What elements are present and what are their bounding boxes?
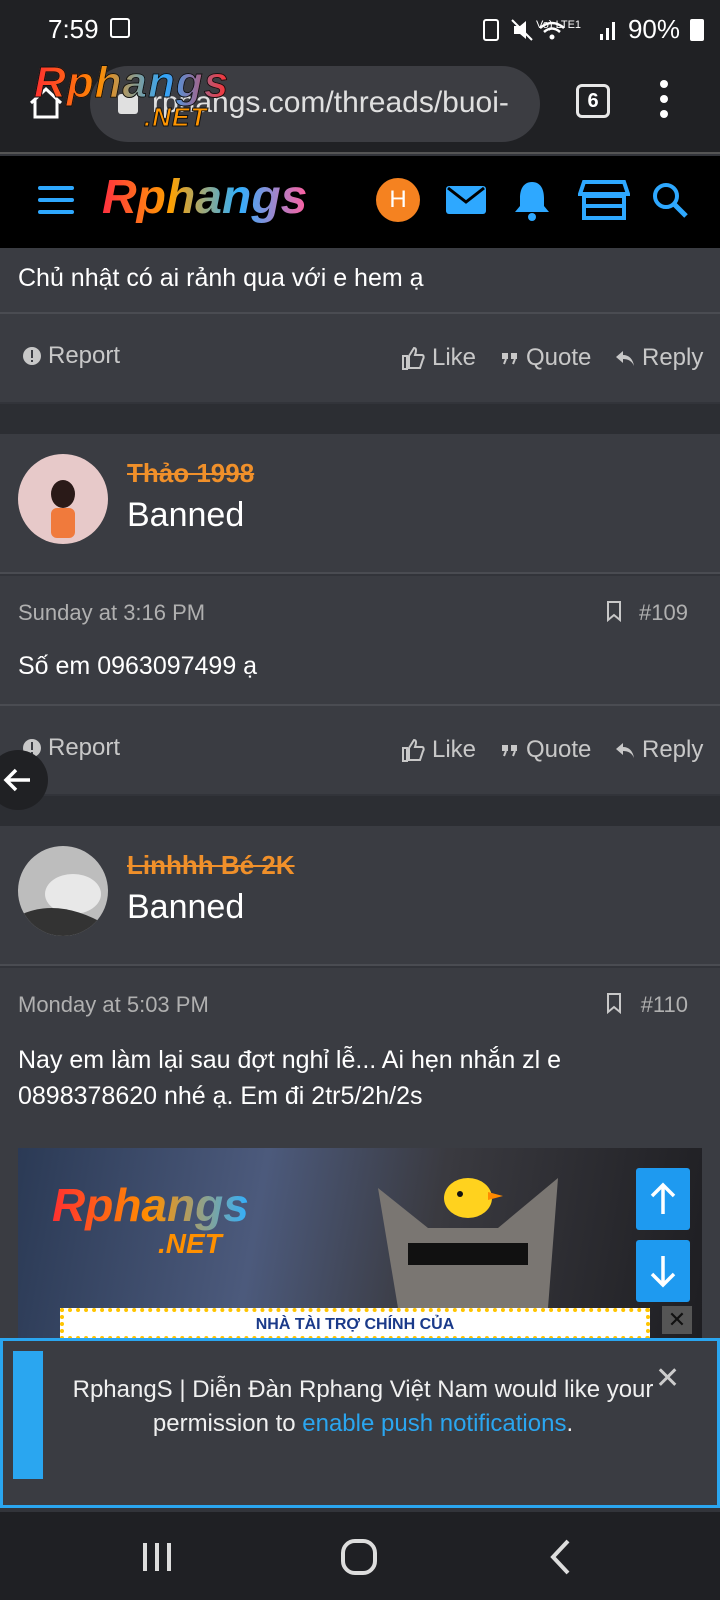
post-separator [0, 796, 720, 826]
tab-switcher-button[interactable]: 6 [576, 84, 610, 118]
prompt-accent-bar [13, 1351, 43, 1479]
scroll-top-button[interactable] [636, 1168, 690, 1230]
prompt-period: . [566, 1410, 574, 1437]
close-ad-icon[interactable]: ✕ [662, 1306, 692, 1334]
report-button[interactable]: Report [22, 342, 120, 370]
quote-label: Quote [526, 344, 592, 371]
thumbs-up-icon [402, 346, 425, 370]
gallery-notification-icon [110, 18, 130, 38]
thumbs-up-icon [402, 738, 425, 762]
quote-button[interactable]: Quote [500, 344, 591, 372]
back-arrow-button[interactable] [0, 750, 48, 810]
back-nav-icon[interactable] [548, 1538, 572, 1576]
menu-icon[interactable] [38, 186, 74, 214]
arrow-left-icon [3, 768, 30, 792]
cat-image [378, 1178, 558, 1308]
recents-icon[interactable] [140, 1540, 174, 1574]
like-label: Like [432, 344, 477, 371]
reply-label: Reply [642, 344, 704, 371]
banner-logo-sub: .NET [158, 1228, 222, 1259]
user-avatar-button[interactable]: H [376, 178, 420, 222]
post-text-line-1: Nay em làm lại sau đợt nghỉ lễ... Ai hẹn… [18, 1046, 562, 1074]
site-logo[interactable]: Rphangs [102, 170, 307, 225]
system-nav-bar [0, 1512, 720, 1600]
enable-push-link[interactable]: enable push notifications [302, 1410, 566, 1437]
overlay-logo-main: Rphangs [33, 58, 230, 108]
banner-logo: Rphangs [52, 1179, 249, 1231]
status-time: 7:59 [48, 14, 99, 44]
overlay-logo: Rphangs .NET [33, 58, 230, 133]
like-label: Like [432, 736, 477, 763]
search-icon[interactable] [648, 178, 692, 222]
user-title: Banned [127, 496, 245, 534]
network-label: Vo) LTE1 [536, 19, 582, 31]
reply-icon [616, 743, 634, 758]
bell-icon[interactable] [510, 178, 554, 222]
report-icon [23, 347, 41, 365]
user-title: Banned [127, 888, 245, 926]
arrow-down-icon [650, 1256, 676, 1288]
report-label: Report [48, 734, 121, 761]
post-separator [0, 404, 720, 434]
username[interactable]: Thảo 1998 [127, 458, 254, 489]
store-icon[interactable] [578, 178, 630, 222]
post-text: Chủ nhật có ai rảnh qua với e hem ạ [18, 264, 424, 292]
quote-label: Quote [526, 736, 592, 763]
post-user-header: Thảo 1998 Banned [0, 434, 720, 574]
post-date[interactable]: Monday at 5:03 PM [18, 992, 209, 1018]
username[interactable]: Linhhh Bé 2K [127, 850, 295, 881]
inbox-icon[interactable] [444, 178, 488, 222]
like-button[interactable]: Like [400, 736, 476, 764]
post-number[interactable]: #109 [639, 600, 688, 626]
post-actions: Report Like Quote Reply [0, 312, 720, 402]
like-button[interactable]: Like [400, 344, 476, 372]
browser-toolbar: rphangs.com/threads/buoi- Rphangs .NET 6 [0, 58, 720, 154]
prompt-text: RphangS | Diễn Đàn Rphang Việt Nam would… [63, 1373, 663, 1441]
quote-icon [502, 353, 517, 365]
post-date[interactable]: Sunday at 3:16 PM [18, 600, 205, 626]
home-nav-icon[interactable] [340, 1538, 378, 1576]
user-avatar[interactable] [18, 454, 108, 544]
post-user-header: Linhhh Bé 2K Banned [0, 826, 720, 966]
quote-icon [502, 745, 517, 757]
report-label: Report [48, 342, 121, 369]
site-header: Rphangs H [0, 156, 720, 248]
arrow-up-icon [650, 1182, 676, 1214]
close-icon[interactable]: ✕ [655, 1361, 680, 1396]
bookmark-icon[interactable] [606, 600, 622, 622]
ad-banner[interactable]: Rphangs .NET NHÀ TÀI TRỢ CHÍNH CỦA [18, 1148, 702, 1340]
bookmark-icon[interactable] [606, 992, 622, 1014]
reply-icon [616, 351, 634, 366]
post-actions: Report Like Quote Reply [0, 704, 720, 794]
post-body: Chủ nhật có ai rảnh qua với e hem ạ [0, 248, 720, 312]
more-menu-icon[interactable] [660, 80, 670, 124]
user-avatar[interactable] [18, 846, 108, 936]
reply-button[interactable]: Reply [614, 736, 703, 764]
overlay-logo-sub: .NET [143, 102, 208, 133]
battery-icon [690, 19, 704, 41]
push-notification-prompt: RphangS | Diễn Đàn Rphang Việt Nam would… [0, 1338, 720, 1508]
status-bar: 7:59 Vo) LTE1 90% [0, 0, 720, 58]
post-text: Số em 0963097499 ạ [18, 652, 258, 680]
post-number[interactable]: #110 [641, 992, 688, 1018]
quote-button[interactable]: Quote [500, 736, 591, 764]
reply-button[interactable]: Reply [614, 344, 703, 372]
reply-label: Reply [642, 736, 704, 763]
sponsor-strip: NHÀ TÀI TRỢ CHÍNH CỦA [60, 1308, 650, 1340]
battery-percentage: 90% [627, 14, 680, 44]
post-text-line-2: 0898378620 nhé ạ. Em đi 2tr5/2h/2s [18, 1082, 423, 1110]
scroll-bottom-button[interactable] [636, 1240, 690, 1302]
post-body: Sunday at 3:16 PM #109 Số em 0963097499 … [0, 576, 720, 704]
